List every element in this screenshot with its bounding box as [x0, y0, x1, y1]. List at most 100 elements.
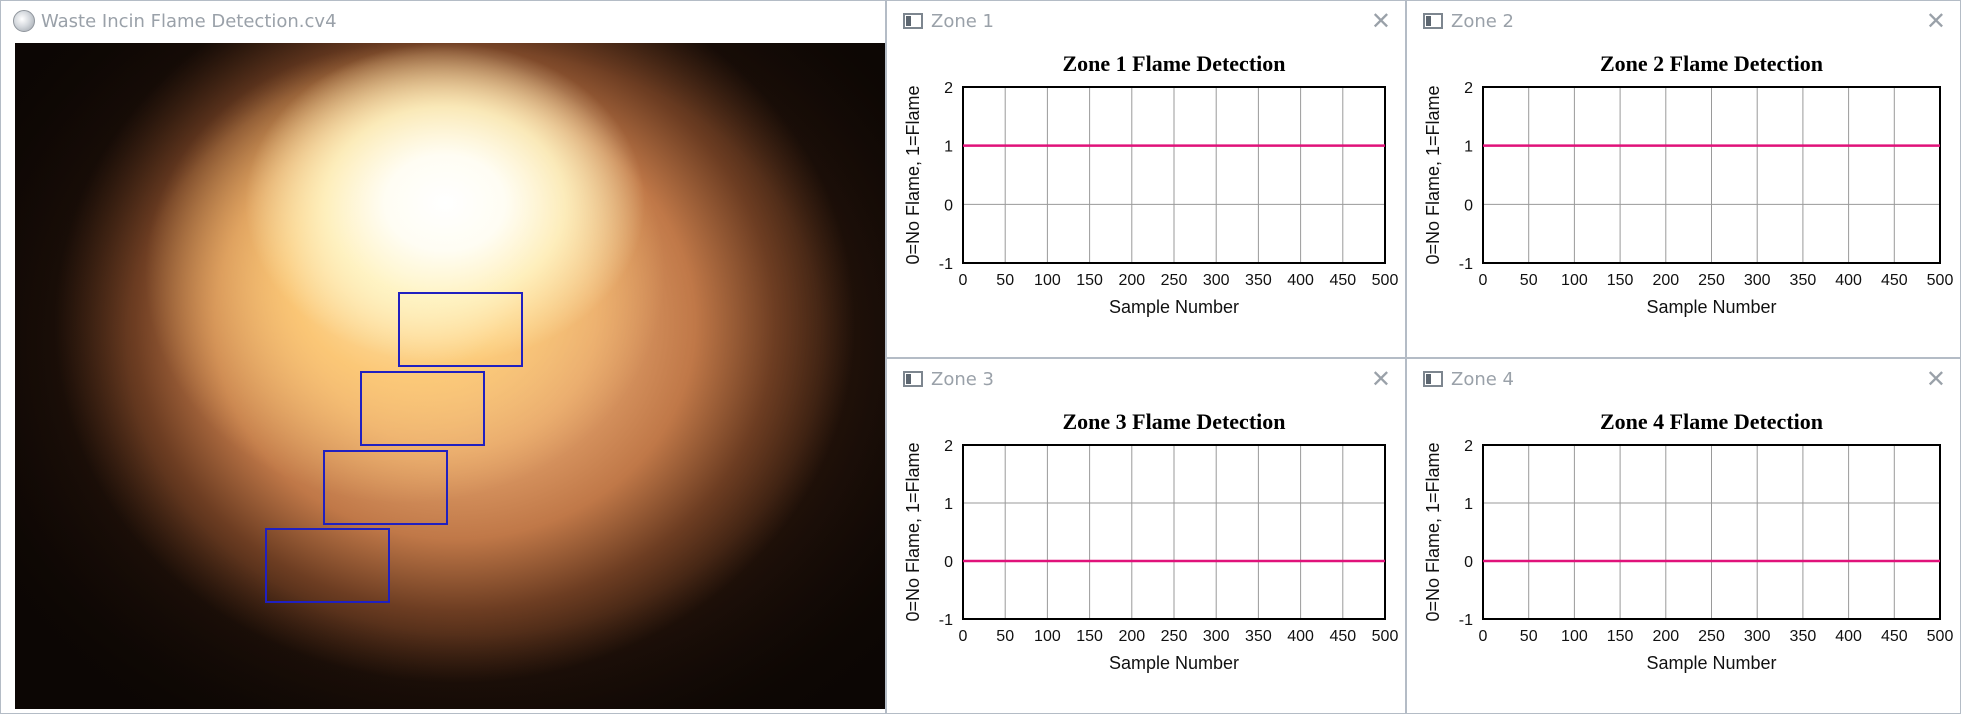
- x-tick-label: 300: [1203, 628, 1230, 645]
- x-tick-label: 250: [1161, 272, 1188, 289]
- x-tick-label: 150: [1607, 628, 1634, 645]
- chart-title: Zone 2 Flame Detection: [1600, 51, 1823, 76]
- zone-2-chart: Zone 2 Flame Detection 0 50 100 150 200 250 300…: [1423, 51, 1954, 317]
- x-tick-label: 350: [1790, 272, 1817, 289]
- y-tick-label: 0: [1464, 554, 1473, 571]
- roi-box-zone-4[interactable]: [265, 528, 390, 603]
- zone-4-chart: Zone 4 Flame Detection 0 50 100 150 200 250 300…: [1423, 409, 1954, 673]
- y-tick-label: 1: [1464, 139, 1473, 156]
- camera-window-titlebar[interactable]: Waste Incin Flame Detection.cv4: [1, 1, 885, 41]
- camera-window-title: Waste Incin Flame Detection.cv4: [41, 10, 337, 32]
- y-tick-label: 0: [944, 554, 953, 571]
- x-tick-label: 150: [1076, 628, 1103, 645]
- x-tick-label: 500: [1372, 628, 1399, 645]
- roi-box-zone-3[interactable]: [323, 450, 448, 525]
- x-tick-label: 0: [1479, 272, 1488, 289]
- x-axis-label: Sample Number: [1109, 653, 1239, 673]
- y-axis-label: 0=No Flame, 1=Flame: [1423, 85, 1443, 264]
- window-icon: [903, 13, 923, 29]
- x-tick-label: 100: [1561, 272, 1588, 289]
- x-tick-label: 100: [1561, 628, 1588, 645]
- y-axis-label: 0=No Flame, 1=Flame: [903, 85, 923, 264]
- y-tick-label: 1: [944, 139, 953, 156]
- y-tick-label: -1: [1459, 612, 1473, 629]
- camera-window[interactable]: Waste Incin Flame Detection.cv4: [0, 0, 886, 714]
- y-tick-label: -1: [939, 256, 953, 273]
- y-tick-label: 2: [1464, 438, 1473, 455]
- window-icon: [1423, 371, 1443, 387]
- x-tick-label: 100: [1034, 272, 1061, 289]
- y-tick-label: 0: [944, 197, 953, 214]
- zone-3-window-title: Zone 3: [931, 368, 994, 390]
- x-tick-label: 300: [1744, 272, 1771, 289]
- window-icon: [1423, 13, 1443, 29]
- y-tick-label: 2: [944, 80, 953, 97]
- x-tick-label: 0: [959, 272, 968, 289]
- x-tick-label: 150: [1076, 272, 1103, 289]
- roi-box-zone-1[interactable]: [398, 292, 523, 367]
- x-tick-label: 250: [1161, 628, 1188, 645]
- close-icon[interactable]: ✕: [1371, 7, 1391, 35]
- x-tick-label: 350: [1245, 628, 1272, 645]
- zone-1-window[interactable]: Zone 1 ✕ Zone 1 Flame Detection 0 50 100 150…: [886, 0, 1406, 358]
- chart-title: Zone 3 Flame Detection: [1063, 409, 1286, 434]
- close-icon[interactable]: ✕: [1926, 365, 1946, 393]
- x-tick-label: 200: [1652, 628, 1679, 645]
- x-tick-label: 100: [1034, 628, 1061, 645]
- close-icon[interactable]: ✕: [1926, 7, 1946, 35]
- x-tick-label: 350: [1245, 272, 1272, 289]
- x-tick-label: 50: [1520, 628, 1538, 645]
- y-axis-label: 0=No Flame, 1=Flame: [903, 442, 923, 621]
- y-tick-label: 1: [1464, 496, 1473, 513]
- y-tick-label: 2: [1464, 80, 1473, 97]
- zone-4-window-title: Zone 4: [1451, 368, 1514, 390]
- x-tick-label: 450: [1881, 272, 1908, 289]
- close-icon[interactable]: ✕: [1371, 365, 1391, 393]
- x-tick-label: 50: [996, 628, 1014, 645]
- zone-2-titlebar[interactable]: Zone 2 ✕: [1407, 1, 1960, 41]
- x-tick-label: 200: [1118, 272, 1145, 289]
- zone-4-titlebar[interactable]: Zone 4 ✕: [1407, 359, 1960, 399]
- x-tick-label: 500: [1372, 272, 1399, 289]
- zone-1-titlebar[interactable]: Zone 1 ✕: [887, 1, 1405, 41]
- roi-box-zone-2[interactable]: [360, 371, 485, 446]
- chart-title: Zone 1 Flame Detection: [1063, 51, 1286, 76]
- x-tick-label: 400: [1835, 272, 1862, 289]
- x-tick-label: 200: [1652, 272, 1679, 289]
- x-tick-label: 0: [1479, 628, 1488, 645]
- y-tick-label: 1: [944, 496, 953, 513]
- zone-2-window[interactable]: Zone 2 ✕ Zone 2 Flame Detection 0 50 100 150…: [1406, 0, 1961, 358]
- x-tick-label: 0: [959, 628, 968, 645]
- y-tick-label: 2: [944, 438, 953, 455]
- x-tick-label: 250: [1698, 272, 1725, 289]
- x-axis-label: Sample Number: [1109, 297, 1239, 317]
- y-tick-label: -1: [1459, 256, 1473, 273]
- y-tick-label: -1: [939, 612, 953, 629]
- zone-2-window-title: Zone 2: [1451, 10, 1514, 32]
- window-icon: [903, 371, 923, 387]
- zone-3-titlebar[interactable]: Zone 3 ✕: [887, 359, 1405, 399]
- x-tick-label: 300: [1744, 628, 1771, 645]
- zone-3-chart: Zone 3 Flame Detection 0 50 100 150 200 250 300…: [903, 409, 1399, 673]
- x-tick-label: 350: [1790, 628, 1817, 645]
- x-tick-label: 400: [1835, 628, 1862, 645]
- x-tick-label: 50: [1520, 272, 1538, 289]
- x-tick-label: 450: [1329, 628, 1356, 645]
- x-tick-label: 450: [1881, 628, 1908, 645]
- x-axis-label: Sample Number: [1646, 297, 1776, 317]
- x-tick-label: 500: [1927, 628, 1954, 645]
- y-axis-label: 0=No Flame, 1=Flame: [1423, 442, 1443, 621]
- x-tick-label: 300: [1203, 272, 1230, 289]
- chart-title: Zone 4 Flame Detection: [1600, 409, 1823, 434]
- x-tick-label: 250: [1698, 628, 1725, 645]
- x-tick-label: 50: [996, 272, 1014, 289]
- y-tick-label: 0: [1464, 197, 1473, 214]
- camera-app-icon: [13, 10, 35, 32]
- x-tick-label: 200: [1118, 628, 1145, 645]
- zone-4-window[interactable]: Zone 4 ✕ Zone 4 Flame Detection 0 50 100 150…: [1406, 358, 1961, 714]
- zone-3-window[interactable]: Zone 3 ✕ Zone 3 Flame Detection 0 50 100 150…: [886, 358, 1406, 714]
- x-tick-label: 500: [1927, 272, 1954, 289]
- zone-1-chart: Zone 1 Flame Detection 0 50 100 150 200 250 300…: [903, 51, 1399, 317]
- x-axis-label: Sample Number: [1646, 653, 1776, 673]
- x-tick-label: 450: [1329, 272, 1356, 289]
